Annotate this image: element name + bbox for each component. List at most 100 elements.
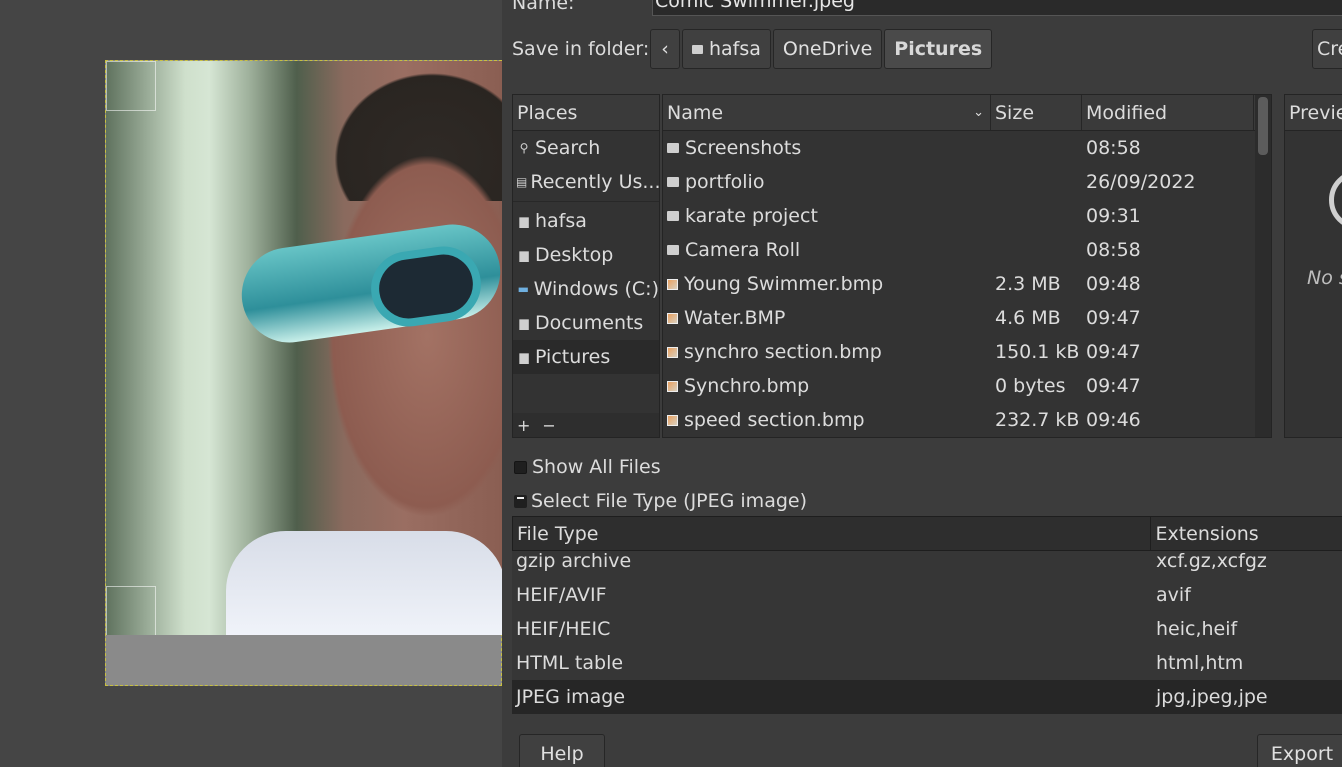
file-size: 0 bytes	[995, 375, 1066, 397]
column-header-size[interactable]: Size	[991, 95, 1082, 130]
file-row[interactable]: portfolio 26/09/2022	[663, 165, 1271, 199]
select-file-type-expander[interactable]: Select File Type (JPEG image)	[514, 490, 807, 512]
breadcrumb-back-button[interactable]: ‹	[650, 29, 680, 69]
places-sidebar: Places ⚲ Search ▤ Recently Us... ▆ hafsa…	[512, 94, 660, 438]
file-list: Name ⌄ Size Modified Screenshots 08:58 por…	[662, 94, 1272, 438]
collapse-icon	[514, 494, 527, 508]
file-row[interactable]: Young Swimmer.bmp 2.3 MB 09:48	[663, 267, 1271, 301]
breadcrumb-pictures[interactable]: Pictures	[884, 29, 993, 69]
export-button[interactable]: Export	[1257, 734, 1342, 767]
sidebar-item-search[interactable]: ⚲ Search	[513, 131, 659, 165]
sidebar-item-pictures[interactable]: ▆ Pictures	[513, 340, 659, 374]
file-row[interactable]: Screenshots 08:58	[663, 131, 1271, 165]
file-type-row[interactable]: HTML table html,htm	[512, 646, 1342, 680]
name-label: Name:	[512, 0, 575, 14]
image-layer-boundary	[105, 60, 503, 686]
file-name: speed section.bmp	[684, 409, 865, 431]
file-type-name: HTML table	[516, 652, 624, 674]
no-preview-icon	[1329, 170, 1342, 230]
column-header-name[interactable]: Name ⌄	[663, 95, 991, 130]
file-type-name: HEIF/HEIC	[516, 618, 611, 640]
column-header-modified[interactable]: Modified	[1082, 95, 1254, 130]
sidebar-item-recently-used[interactable]: ▤ Recently Us...	[513, 165, 659, 199]
export-image-dialog: Name: Save in folder: ‹ hafsa OneDrive P…	[502, 0, 1342, 767]
folder-icon	[667, 177, 679, 187]
file-row[interactable]: Camera Roll 08:58	[663, 233, 1271, 267]
file-name: Camera Roll	[685, 239, 801, 261]
breadcrumb: ‹ hafsa OneDrive Pictures	[650, 29, 994, 69]
file-type-list: gzip archive xcf.gz,xcfgz HEIF/AVIF avif HEI…	[512, 544, 1342, 714]
file-size: 150.1 kB	[995, 341, 1080, 363]
chevron-left-icon: ‹	[661, 38, 669, 60]
preview-panel: Previe No s	[1284, 94, 1342, 438]
file-type-table: File Type Extensions gzip archive xcf.gz,…	[512, 516, 1342, 714]
file-type-name: HEIF/AVIF	[516, 584, 607, 606]
drive-icon: ▬	[517, 282, 529, 296]
sidebar-item-windows-c[interactable]: ▬ Windows (C:)	[513, 272, 659, 306]
breadcrumb-hafsa[interactable]: hafsa	[682, 29, 771, 69]
help-button[interactable]: Help	[519, 734, 605, 767]
file-name: karate project	[685, 205, 818, 227]
file-modified: 08:58	[1086, 137, 1141, 159]
transform-handle-top-left[interactable]	[106, 61, 156, 111]
sidebar-item-hafsa[interactable]: ▆ hafsa	[513, 204, 659, 238]
folder-icon	[692, 44, 703, 54]
scrollbar-thumb[interactable]	[1258, 97, 1268, 155]
file-modified: 09:47	[1086, 307, 1141, 329]
file-modified: 09:48	[1086, 273, 1141, 295]
file-type-row[interactable]: gzip archive xcf.gz,xcfgz	[512, 544, 1342, 578]
image-file-icon	[667, 312, 678, 324]
show-all-files-toggle[interactable]: Show All Files	[514, 456, 661, 478]
image-file-icon	[667, 380, 678, 392]
file-row[interactable]: Water.BMP 4.6 MB 09:47	[663, 301, 1271, 335]
image-file-icon	[667, 414, 678, 426]
places-header: Places	[513, 95, 659, 131]
folder-icon	[667, 143, 679, 153]
file-type-name: JPEG image	[516, 686, 626, 708]
file-modified: 09:46	[1086, 409, 1141, 431]
image-canvas	[0, 0, 503, 767]
folder-icon: ▆	[519, 350, 529, 364]
file-type-row[interactable]: JPEG image jpg,jpeg,jpe	[512, 680, 1342, 714]
file-name: Water.BMP	[684, 307, 786, 329]
file-list-scrollbar[interactable]	[1255, 95, 1271, 437]
places-footer: + −	[513, 413, 659, 437]
file-type-name: gzip archive	[516, 550, 632, 572]
remove-bookmark-button[interactable]: −	[542, 416, 555, 435]
search-icon: ⚲	[519, 141, 529, 155]
file-name: Screenshots	[685, 137, 802, 159]
preview-header: Previe	[1285, 95, 1342, 131]
sidebar-item-desktop[interactable]: ▆ Desktop	[513, 238, 659, 272]
file-row[interactable]: Synchro.bmp 0 bytes 09:47	[663, 369, 1271, 403]
file-name: Young Swimmer.bmp	[684, 273, 884, 295]
file-name: portfolio	[685, 171, 765, 193]
file-type-row[interactable]: HEIF/AVIF avif	[512, 578, 1342, 612]
show-all-files-checkbox[interactable]	[514, 460, 527, 474]
file-modified: 09:47	[1086, 375, 1141, 397]
file-type-extensions: jpg,jpeg,jpe	[1156, 686, 1268, 708]
file-row[interactable]: karate project 09:31	[663, 199, 1271, 233]
file-modified: 08:58	[1086, 239, 1141, 261]
image-file-icon	[667, 346, 678, 358]
add-bookmark-button[interactable]: +	[517, 416, 530, 435]
folder-icon: ▆	[519, 316, 529, 330]
folder-icon	[667, 245, 679, 255]
file-name: synchro section.bmp	[684, 341, 882, 363]
file-type-extensions: avif	[1156, 584, 1191, 606]
file-list-body: Screenshots 08:58 portfolio 26/09/2022 karat…	[663, 131, 1271, 437]
file-row[interactable]: synchro section.bmp 150.1 kB 09:47	[663, 335, 1271, 369]
file-size: 4.6 MB	[995, 307, 1061, 329]
file-modified: 09:31	[1086, 205, 1141, 227]
create-folder-button[interactable]: Cre	[1312, 29, 1342, 69]
file-row[interactable]: speed section.bmp 232.7 kB 09:46	[663, 403, 1271, 437]
image-file-icon	[667, 278, 678, 290]
folder-icon: ▆	[519, 248, 529, 262]
breadcrumb-onedrive[interactable]: OneDrive	[772, 29, 883, 69]
transform-handle-bottom-left[interactable]	[106, 586, 156, 635]
sidebar-item-documents[interactable]: ▆ Documents	[513, 306, 659, 340]
file-type-row[interactable]: HEIF/HEIC heic,heif	[512, 612, 1342, 646]
filename-input[interactable]	[652, 0, 1342, 16]
file-size: 232.7 kB	[995, 409, 1080, 431]
file-type-extensions: xcf.gz,xcfgz	[1156, 550, 1267, 572]
file-type-extensions: html,htm	[1156, 652, 1244, 674]
